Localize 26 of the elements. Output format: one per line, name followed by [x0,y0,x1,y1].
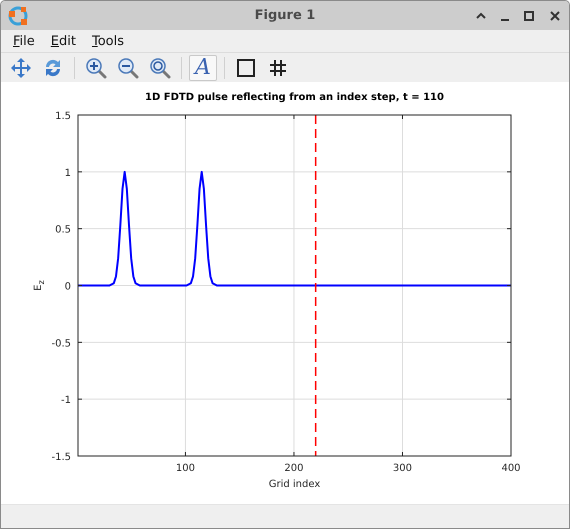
y-tick-label: 1 [64,168,71,179]
y-tick-label: 0 [64,282,71,292]
chart-title: 1D FDTD pulse reflecting from an index step, t = 110 [145,92,444,103]
move-arrows-icon [10,56,32,78]
y-tick-label: 1.5 [55,111,71,122]
x-axis-label: Grid index [268,479,320,490]
x-tick-label: 100 [176,463,195,474]
y-tick-label: -1 [61,395,71,406]
x-tick-label: 400 [501,463,521,474]
minimize-icon [501,18,509,20]
y-tick-label: -0.5 [51,338,71,350]
square-icon [236,58,256,78]
menu-item[interactable]: Tools [86,32,130,50]
zoom-reset-icon [149,56,171,78]
zoom-in-icon [85,56,107,78]
text-tool-button[interactable]: A [189,54,217,80]
menu-item[interactable]: Edit [44,32,82,50]
x-tick-label: 200 [284,463,304,474]
window-title: Figure 1 [254,8,316,23]
x-tick-label: 300 [392,463,412,474]
menu-item[interactable]: File [7,32,41,50]
y-tick-label: -1.5 [51,452,71,463]
grid-icon [269,58,287,76]
app-logo-icon [7,4,29,26]
zoom-out-icon [117,56,139,78]
y-tick-label: 0.5 [55,224,71,236]
